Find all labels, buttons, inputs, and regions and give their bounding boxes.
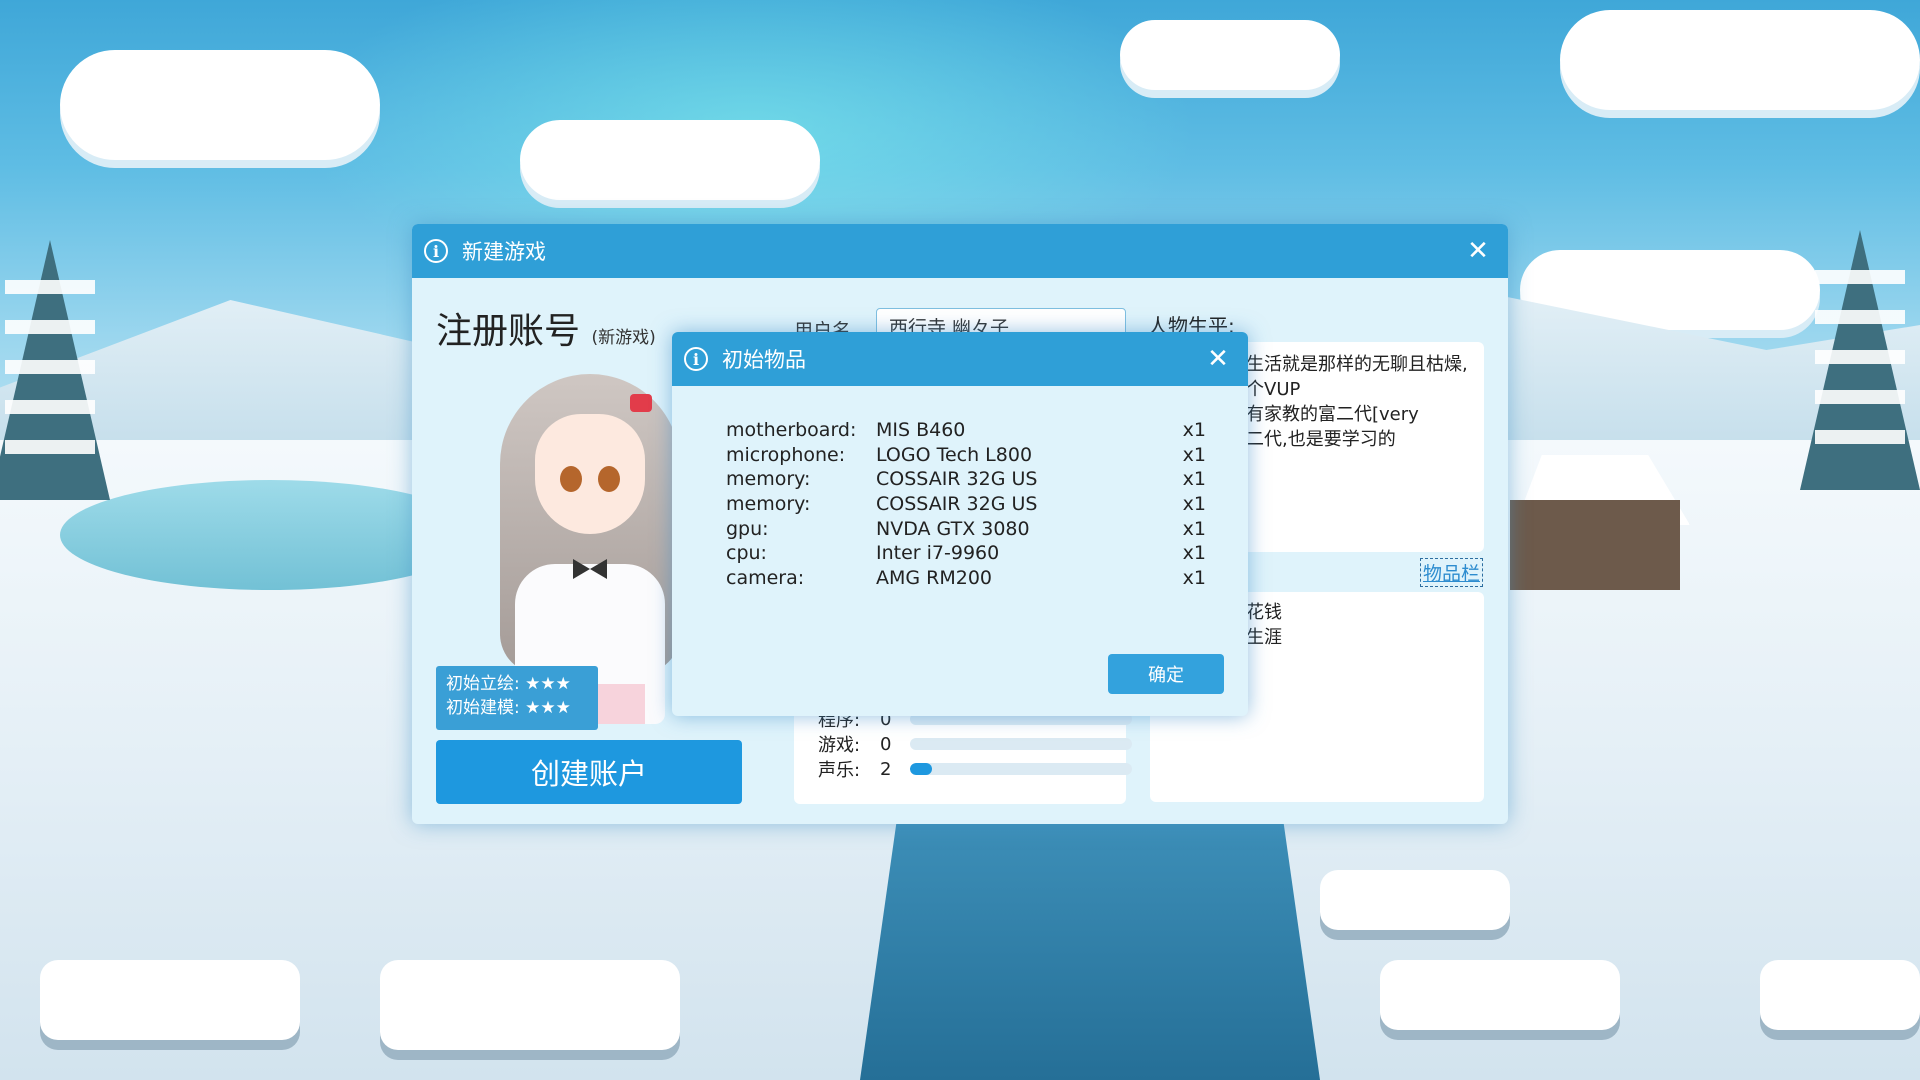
- list-item: motherboard: MIS B460 x1: [726, 418, 1206, 443]
- item-list: motherboard: MIS B460 x1 microphone: LOG…: [726, 418, 1206, 591]
- art-rating-row: 初始立绘: ★★★: [446, 672, 588, 696]
- item-type: memory:: [726, 493, 811, 516]
- register-subheading: (新游戏): [591, 328, 656, 348]
- stat-value: 2: [880, 758, 892, 780]
- list-item: cpu: Inter i7-9960 x1: [726, 541, 1206, 566]
- list-item: microphone: LOGO Tech L800 x1: [726, 443, 1206, 468]
- bio-line: 二代,也是要学习的: [1246, 429, 1396, 450]
- item-type: camera:: [726, 567, 805, 590]
- item-name: Inter i7-9960: [876, 542, 1000, 565]
- snow-rock: [1320, 870, 1510, 930]
- art-rating-stars: ★★★: [525, 674, 571, 694]
- item-name: MIS B460: [876, 419, 966, 441]
- info-icon: i: [684, 347, 708, 371]
- item-name: COSSAIR 32G US: [876, 468, 1038, 491]
- window-title: 新建游戏: [462, 240, 546, 264]
- stat-row-music: 声乐: 2: [818, 756, 1132, 782]
- item-type: gpu:: [726, 517, 769, 540]
- dialog-titlebar: i 初始物品 ✕: [672, 332, 1248, 386]
- item-type: cpu:: [726, 542, 767, 565]
- info-icon: i: [424, 239, 448, 263]
- dialog-title: 初始物品: [722, 348, 806, 372]
- confirm-button[interactable]: 确定: [1108, 654, 1224, 694]
- list-item: gpu: NVDA GTX 3080 x1: [726, 517, 1206, 542]
- bio-line: 生活就是那样的无聊且枯燥,: [1246, 354, 1468, 375]
- item-type: memory:: [726, 468, 811, 491]
- stat-value: 0: [880, 733, 892, 755]
- item-type: microphone:: [726, 443, 846, 466]
- model-rating-stars: ★★★: [525, 698, 571, 718]
- item-type: motherboard:: [726, 419, 857, 441]
- register-heading-text: 注册账号: [436, 311, 581, 352]
- item-qty: x1: [1182, 517, 1206, 540]
- register-heading: 注册账号 (新游戏): [436, 302, 656, 354]
- item-qty: x1: [1182, 542, 1206, 565]
- item-name: AMG RM200: [876, 567, 993, 590]
- close-icon[interactable]: ✕: [1204, 345, 1232, 373]
- character-eye: [560, 466, 582, 492]
- bio-line: 有家教的富二代[very: [1246, 404, 1419, 425]
- river: [860, 820, 1320, 1080]
- items-tab-link[interactable]: 物品栏: [1420, 558, 1484, 587]
- item-qty: x1: [1182, 493, 1206, 516]
- bio-line: 个VUP: [1246, 379, 1301, 400]
- initial-items-dialog: i 初始物品 ✕ motherboard: MIS B460 x1 microp…: [672, 332, 1248, 716]
- window-titlebar: i 新建游戏 ✕: [412, 224, 1508, 278]
- cabin: [1510, 500, 1680, 590]
- character-eye: [598, 466, 620, 492]
- stat-label: 声乐:: [818, 760, 861, 781]
- cloud: [1120, 20, 1340, 90]
- stat-bar: [910, 738, 1132, 750]
- initial-rating-box: 初始立绘: ★★★ 初始建模: ★★★: [436, 666, 598, 730]
- character-face: [535, 414, 645, 534]
- snow-rock: [380, 960, 680, 1050]
- list-item: camera: AMG RM200 x1: [726, 566, 1206, 591]
- stat-bar: [910, 763, 1132, 775]
- art-rating-label: 初始立绘:: [446, 674, 520, 694]
- create-account-button[interactable]: 创建账户: [436, 740, 742, 804]
- cloud: [1560, 10, 1920, 110]
- item-name: COSSAIR 32G US: [876, 493, 1038, 516]
- pine-tree: [1800, 230, 1920, 490]
- list-item: memory: COSSAIR 32G US x1: [726, 492, 1206, 517]
- item-qty: x1: [1182, 468, 1206, 491]
- item-qty: x1: [1182, 419, 1206, 441]
- snow-rock: [40, 960, 300, 1040]
- item-qty: x1: [1182, 567, 1206, 590]
- close-icon[interactable]: ✕: [1464, 237, 1492, 265]
- items-line: 生涯: [1246, 627, 1282, 648]
- model-rating-row: 初始建模: ★★★: [446, 696, 588, 720]
- cloud: [60, 50, 380, 160]
- snow-rock: [1760, 960, 1920, 1030]
- pine-tree: [0, 240, 110, 500]
- stat-row-game: 游戏: 0: [818, 731, 1132, 757]
- cloud: [520, 120, 820, 200]
- items-line: 花钱: [1246, 602, 1282, 623]
- list-item: memory: COSSAIR 32G US x1: [726, 467, 1206, 492]
- item-qty: x1: [1182, 443, 1206, 466]
- item-name: LOGO Tech L800: [876, 443, 1033, 466]
- model-rating-label: 初始建模:: [446, 698, 520, 718]
- stat-fill: [910, 763, 933, 775]
- snow-rock: [1380, 960, 1620, 1030]
- character-ribbon: [630, 394, 652, 412]
- stat-label: 游戏:: [818, 735, 861, 756]
- item-name: NVDA GTX 3080: [876, 517, 1030, 540]
